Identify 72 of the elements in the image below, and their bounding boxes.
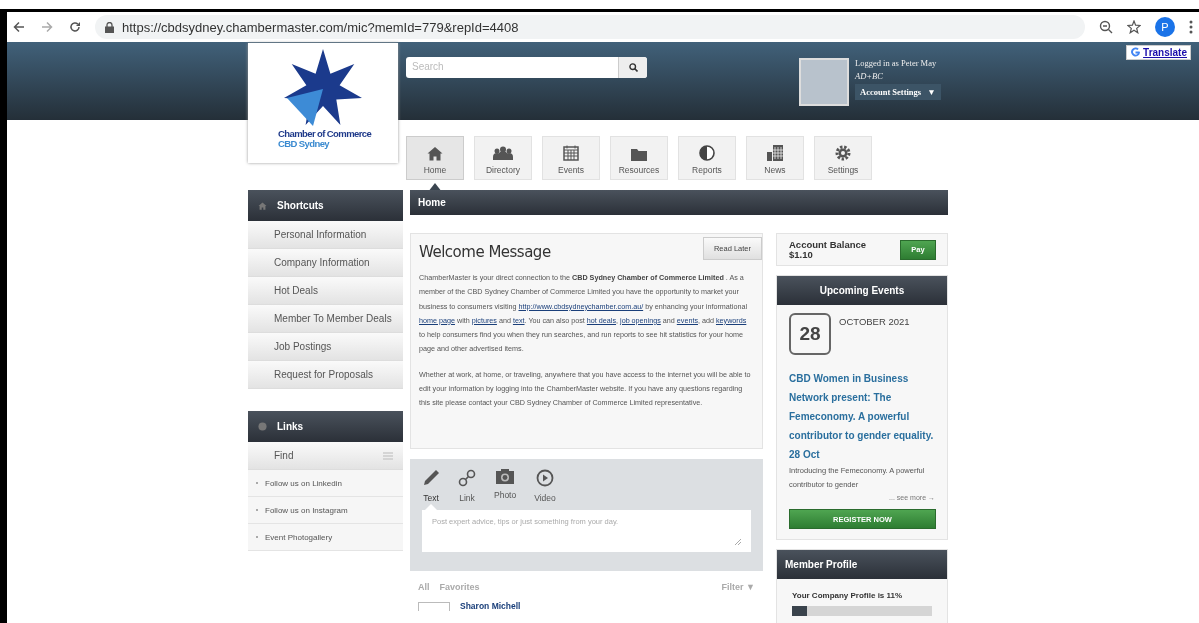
balance-label: Account Balance [789, 239, 867, 250]
event-month: OCTOBER 2021 [839, 316, 910, 327]
nav-tab[interactable]: Settings [814, 136, 872, 180]
logged-in-text: Logged in as Peter May [855, 58, 938, 68]
link-label: Follow us on Linkedin [265, 478, 342, 488]
logo[interactable]: Chamber of Commerce CBD Sydney [248, 43, 398, 163]
panel-title: Links [277, 421, 304, 432]
home-icon [427, 146, 443, 161]
sidebar-item[interactable]: Hot Deals [248, 277, 403, 305]
post-type-tab[interactable]: Photo [494, 469, 517, 500]
nav-tab[interactable]: Events [542, 136, 600, 180]
play-icon [536, 469, 554, 487]
date-badge: 28 [789, 313, 831, 355]
nav-tab[interactable]: Home [406, 136, 464, 180]
nav-tab[interactable]: Directory [474, 136, 532, 180]
organization-text: AD+BC [855, 71, 884, 81]
avatar-placeholder [418, 601, 450, 611]
address-bar[interactable]: https://cbdsydney.chambermaster.com/mic?memId=779&repId=4408 [95, 15, 1085, 39]
link-label: Follow us on Instagram [265, 505, 348, 515]
post-type-tab[interactable]: Text [422, 469, 440, 503]
menu-icon[interactable] [1189, 20, 1193, 34]
lock-icon [105, 21, 114, 33]
settings-icon [835, 145, 851, 161]
card-title: Welcome Message [419, 243, 551, 261]
post-type-tab[interactable]: Video [534, 469, 556, 503]
profile-header: Member Profile [777, 550, 947, 579]
pencil-icon [422, 469, 440, 487]
bookmark-star-icon[interactable] [1127, 20, 1141, 34]
post-author: Sharon Michell [460, 601, 521, 611]
event-title-link[interactable]: CBD Women in Business Network present: The Femeconomy. A powerful contributor to gender equality. 28 Oct [789, 369, 935, 464]
link-label: Event Photogallery [265, 532, 333, 542]
profile-button[interactable]: P [1155, 17, 1175, 37]
link-item[interactable]: Event Photogallery [248, 524, 403, 551]
link-icon [458, 469, 476, 487]
buildings-icon [767, 145, 783, 161]
search-icon [628, 63, 638, 72]
logo-text: Chamber of Commerce [278, 129, 372, 139]
balance-amount: $1.10 [789, 249, 814, 260]
profile-completion-label: Your Company Profile is 11% [792, 591, 903, 600]
avatar-photo-placeholder [799, 58, 849, 106]
sidebar-item[interactable]: Job Postings [248, 333, 403, 361]
sidebar-item[interactable]: Personal Information [248, 221, 403, 249]
post-type-tab[interactable]: Link [458, 469, 476, 503]
nav-tab[interactable]: News [746, 136, 804, 180]
panel-title: Shortcuts [277, 200, 324, 211]
zoom-icon[interactable] [1099, 20, 1113, 34]
g-logo-icon [1130, 47, 1142, 58]
sidebar-item[interactable]: Member To Member Deals [248, 305, 403, 333]
half-circle-icon [699, 145, 715, 161]
list-icon [383, 451, 393, 460]
folder-icon [631, 148, 647, 161]
sidebar-item[interactable]: Company Information [248, 249, 403, 277]
sidebar-item[interactable]: Request for Proposals [248, 361, 403, 389]
find-item[interactable]: Find [248, 442, 403, 470]
account-settings-button[interactable]: Account Settings ▼ [855, 84, 941, 100]
camera-icon [496, 469, 515, 484]
section-header: Home [410, 190, 948, 215]
back-icon[interactable] [13, 21, 25, 33]
link-item[interactable]: Follow us on Instagram [248, 497, 403, 524]
find-label: Find [274, 450, 294, 461]
link-item[interactable]: Follow us on Linkedin [248, 470, 403, 497]
home-icon [258, 201, 267, 210]
resize-handle-icon [734, 538, 741, 545]
reload-icon[interactable] [69, 21, 81, 33]
calendar-icon [563, 145, 579, 161]
nav-tab[interactable]: Reports [678, 136, 736, 180]
translate-link[interactable]: Translate [1126, 45, 1191, 60]
search-button[interactable] [618, 57, 647, 78]
logo-text: CBD Sydney [278, 139, 329, 149]
events-header: Upcoming Events [777, 276, 947, 305]
people-icon [492, 146, 514, 161]
nav-tab[interactable]: Resources [610, 136, 668, 180]
